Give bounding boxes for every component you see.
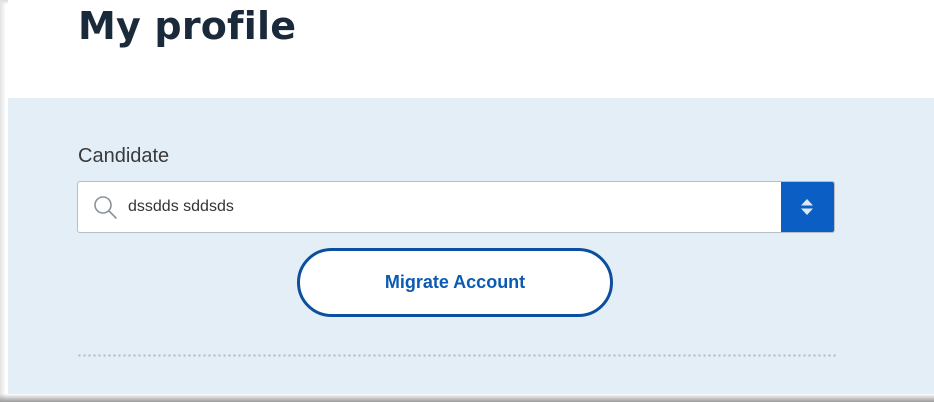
search-icon	[92, 194, 118, 220]
candidate-label: Candidate	[78, 145, 170, 167]
chevron-up-down-icon	[801, 199, 813, 215]
candidate-value[interactable]: dssdds sddsds	[128, 197, 234, 217]
bottom-shadow	[0, 394, 934, 402]
candidate-panel: Candidate dssdds sddsds Migrate Account	[8, 98, 934, 394]
candidate-dropdown-toggle[interactable]	[781, 182, 834, 232]
dotted-divider	[77, 354, 837, 357]
page-title: My profile	[78, 4, 297, 48]
page-header: My profile	[8, 0, 934, 98]
left-shadow	[0, 0, 6, 402]
migrate-account-button[interactable]: Migrate Account	[297, 248, 613, 317]
profile-page: My profile Candidate dssdds sddsds Migra…	[0, 0, 934, 402]
candidate-select[interactable]: dssdds sddsds	[77, 181, 835, 233]
